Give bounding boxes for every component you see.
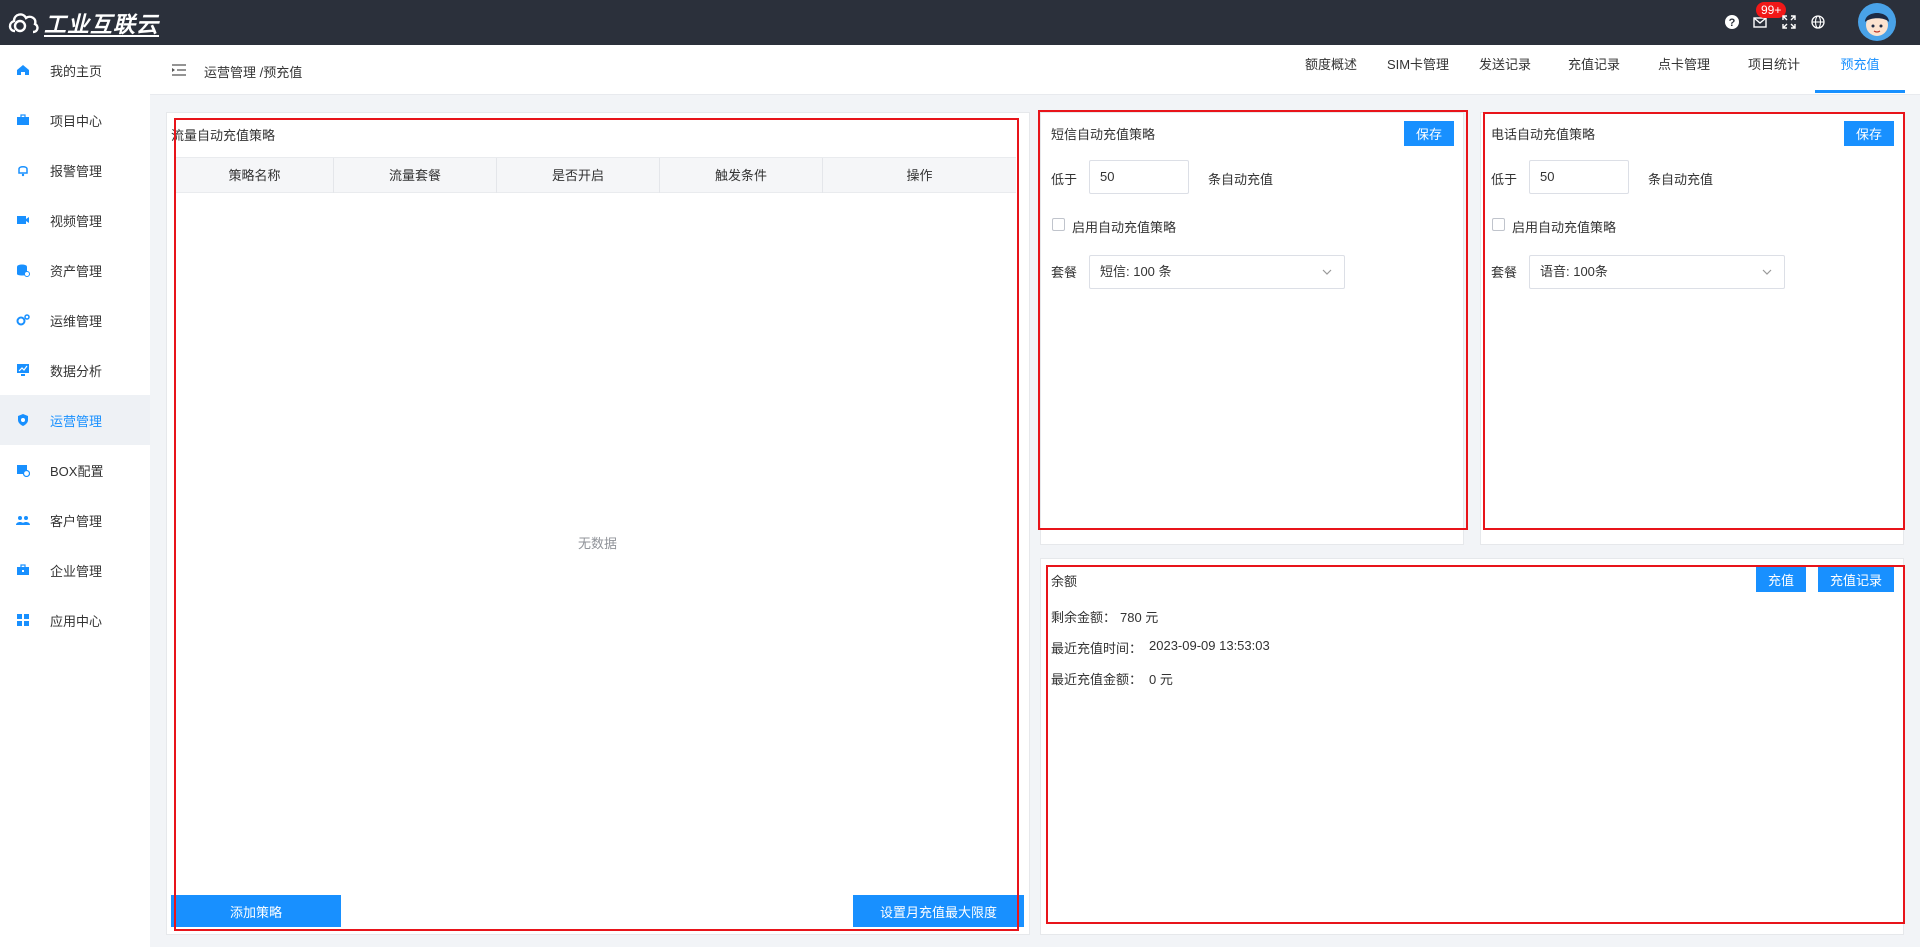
- menu-toggle-icon[interactable]: [172, 64, 186, 76]
- toolbox-icon: [17, 564, 29, 575]
- remaining-balance-value: 780 元: [1120, 610, 1159, 625]
- sidebar-item-alarms[interactable]: 报警管理: [0, 145, 150, 195]
- avatar[interactable]: [1858, 3, 1896, 41]
- chevron-down-icon: [1762, 269, 1772, 275]
- sms-enable-label: 启用自动充值策略: [1072, 220, 1177, 235]
- sidebar-item-home[interactable]: 我的主页: [0, 45, 150, 95]
- logo-text: 工业互联云: [44, 12, 160, 37]
- gears-icon: [16, 314, 30, 326]
- column-strategy-name[interactable]: 策略名称: [176, 158, 334, 193]
- briefcase-icon: [17, 114, 29, 125]
- tab-prepaid[interactable]: 预充值: [1815, 45, 1905, 93]
- box-config-icon: [17, 465, 30, 477]
- sms-package-label: 套餐: [1051, 265, 1078, 280]
- tab-send-records[interactable]: 发送记录: [1466, 45, 1544, 93]
- globe-icon[interactable]: [1810, 14, 1826, 30]
- phone-save-button[interactable]: 保存: [1844, 121, 1894, 146]
- shield-gear-icon: [18, 414, 28, 426]
- logo[interactable]: 工业互联云: [6, 8, 159, 38]
- bell-icon: [18, 166, 28, 177]
- svg-text:?: ?: [1729, 17, 1736, 29]
- remaining-balance-label: 剩余金额：: [1051, 610, 1117, 625]
- column-actions[interactable]: 操作: [823, 158, 1016, 193]
- sidebar-item-box-config[interactable]: BOX配置: [0, 445, 150, 495]
- video-icon: [17, 216, 29, 224]
- last-recharge-amount-value: 0 元: [1149, 672, 1173, 687]
- sms-package-value: 短信: 100 条: [1100, 264, 1172, 279]
- phone-enable-label: 启用自动充值策略: [1512, 220, 1617, 235]
- sidebar-item-operations[interactable]: 运营管理: [0, 395, 150, 445]
- phone-package-select[interactable]: 语音: 100条: [1529, 255, 1785, 289]
- sms-below-label: 低于: [1051, 172, 1078, 187]
- column-enabled[interactable]: 是否开启: [497, 158, 660, 193]
- strategy-table-header: 策略名称 流量套餐 是否开启 触发条件 操作: [176, 157, 1016, 193]
- column-trigger[interactable]: 触发条件: [660, 158, 823, 193]
- sms-save-button[interactable]: 保存: [1404, 121, 1454, 146]
- tab-quota-overview[interactable]: 额度概述: [1292, 45, 1370, 93]
- sidebar: 我的主页 项目中心 报警管理 视频管理 资产管理 运维管理 数据分析 运营管理 …: [0, 45, 150, 947]
- recharge-button[interactable]: 充值: [1756, 567, 1806, 592]
- cloud-logo-icon: [8, 13, 39, 34]
- last-recharge-amount-label: 最近充值金额：: [1051, 672, 1143, 687]
- apps-icon: [17, 614, 29, 626]
- database-icon: [17, 264, 30, 277]
- sidebar-item-analytics[interactable]: 数据分析: [0, 345, 150, 395]
- sms-package-select[interactable]: 短信: 100 条: [1089, 255, 1345, 289]
- last-recharge-time-value: 2023-09-09 13:53:03: [1149, 638, 1270, 653]
- add-strategy-button[interactable]: 添加策略: [171, 895, 341, 927]
- balance-title: 余额: [1051, 574, 1078, 589]
- sidebar-item-ops[interactable]: 运维管理: [0, 295, 150, 345]
- breadcrumb: 运营管理 /预充值: [204, 65, 303, 80]
- chevron-down-icon: [1322, 269, 1332, 275]
- phone-enable-checkbox[interactable]: [1492, 218, 1505, 231]
- sidebar-item-apps[interactable]: 应用中心: [0, 595, 150, 645]
- sidebar-item-assets[interactable]: 资产管理: [0, 245, 150, 295]
- help-icon[interactable]: ?: [1724, 14, 1740, 30]
- tab-card-management[interactable]: 点卡管理: [1645, 45, 1723, 93]
- recharge-records-button[interactable]: 充值记录: [1818, 567, 1894, 592]
- last-recharge-time-label: 最近充值时间：: [1051, 641, 1143, 656]
- phone-package-value: 语音: 100条: [1540, 264, 1608, 279]
- monitor-chart-icon: [17, 364, 29, 376]
- home-icon: [17, 65, 29, 75]
- sms-strategy-title: 短信自动充值策略: [1051, 127, 1156, 142]
- flow-strategy-panel: [166, 112, 1030, 935]
- user-avatar-icon: [1865, 13, 1889, 36]
- sms-enable-checkbox[interactable]: [1052, 218, 1065, 231]
- tab-project-stats[interactable]: 项目统计: [1735, 45, 1813, 93]
- flow-strategy-title: 流量自动充值策略: [171, 128, 276, 143]
- sidebar-item-enterprise[interactable]: 企业管理: [0, 545, 150, 595]
- phone-threshold-input[interactable]: 50: [1529, 160, 1629, 194]
- balance-panel: [1040, 558, 1904, 935]
- phone-below-label: 低于: [1491, 172, 1518, 187]
- tab-sim-management[interactable]: SIM卡管理: [1372, 45, 1464, 93]
- sms-suffix-label: 条自动充值: [1208, 172, 1274, 187]
- top-bar: 工业互联云 ? 99+: [0, 0, 1920, 45]
- empty-table-text: 无数据: [578, 536, 618, 551]
- column-flow-package[interactable]: 流量套餐: [334, 158, 497, 193]
- sidebar-item-customers[interactable]: 客户管理: [0, 495, 150, 545]
- phone-suffix-label: 条自动充值: [1648, 172, 1714, 187]
- tab-recharge-records[interactable]: 充值记录: [1555, 45, 1633, 93]
- phone-strategy-title: 电话自动充值策略: [1491, 127, 1596, 142]
- page-header: 运营管理 /预充值 额度概述 SIM卡管理 发送记录 充值记录 点卡管理 项目统…: [150, 45, 1920, 95]
- set-monthly-limit-button[interactable]: 设置月充值最大限度: [853, 895, 1024, 927]
- users-icon: [16, 516, 30, 525]
- sms-threshold-input[interactable]: 50: [1089, 160, 1189, 194]
- fullscreen-icon[interactable]: [1781, 14, 1797, 30]
- sidebar-item-projects[interactable]: 项目中心: [0, 95, 150, 145]
- sidebar-item-video[interactable]: 视频管理: [0, 195, 150, 245]
- phone-package-label: 套餐: [1491, 265, 1518, 280]
